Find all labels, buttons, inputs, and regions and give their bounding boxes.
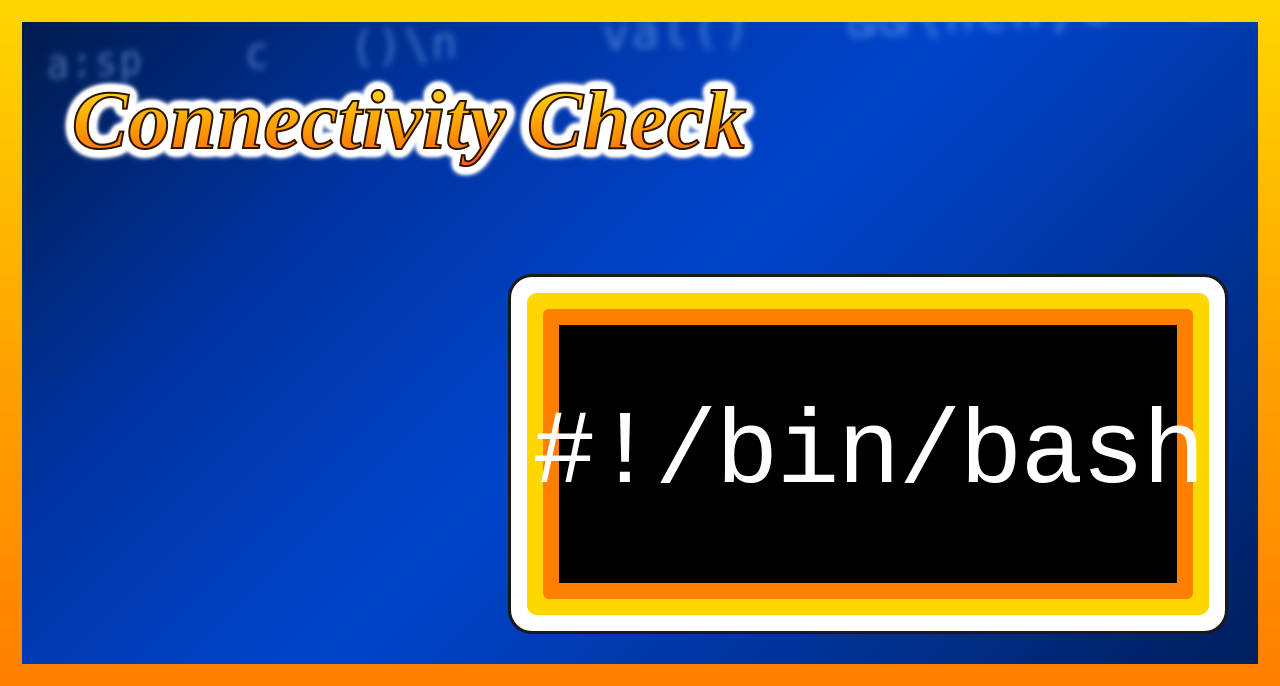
bash-panel: #!/bin/bash [508, 274, 1228, 634]
bash-border-orange: #!/bin/bash [543, 309, 1193, 599]
bash-shebang-text: #!/bin/bash [559, 325, 1177, 583]
main-panel: a:sp c ()\n val() &&\nch;c input_ =\nval… [22, 22, 1258, 664]
gradient-frame: a:sp c ()\n val() &&\nch;c input_ =\nval… [0, 0, 1280, 686]
main-title: Connectivity Check [72, 72, 746, 169]
bash-border-yellow: #!/bin/bash [527, 293, 1209, 615]
